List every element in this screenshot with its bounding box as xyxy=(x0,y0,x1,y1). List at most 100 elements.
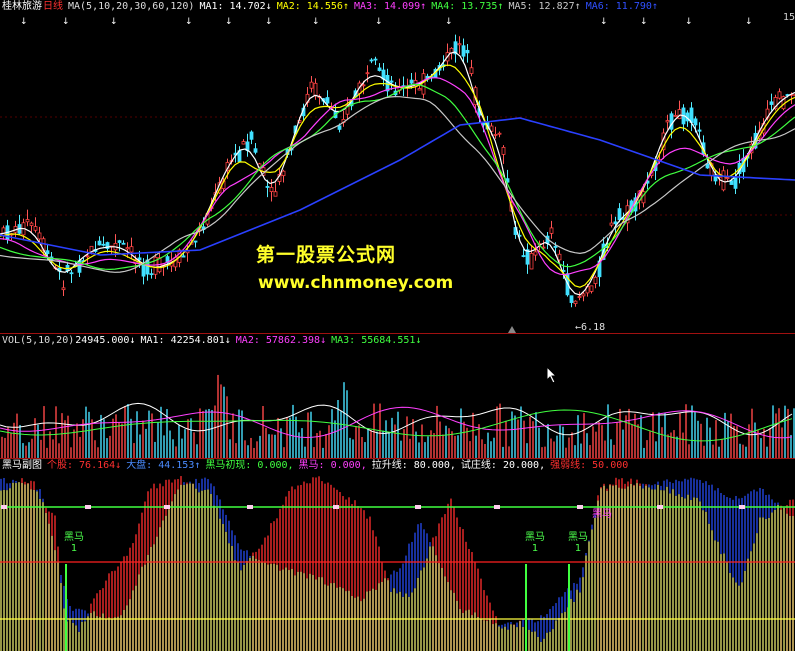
candle-body xyxy=(589,285,594,292)
level-marker xyxy=(657,505,663,509)
candle-body xyxy=(69,272,74,275)
candle-body xyxy=(669,113,674,130)
candle-body xyxy=(313,82,318,96)
level-marker xyxy=(333,505,339,509)
signal-arrow-icon: ↓ xyxy=(185,17,193,27)
candle-body xyxy=(577,296,582,298)
candle-body xyxy=(521,255,526,257)
candle-body xyxy=(417,88,422,91)
candle-body xyxy=(725,177,730,180)
price-panel[interactable]: ↓ ↓ ↓ ↓ ↓ ↓ ↓ ↓ ↓ ↓ ↓ ↓ ↓ 桂林旅游日线 MA(5,10,20,30,60,120… xyxy=(0,0,795,333)
level-marker xyxy=(494,505,500,509)
marker-icon xyxy=(508,326,516,333)
ma6-value: MA6: 11.790↑ xyxy=(585,1,658,12)
candle-body xyxy=(361,84,366,87)
dark-horse-marker: 黑马 xyxy=(592,509,612,520)
candle-body xyxy=(125,247,130,250)
candle-body xyxy=(777,91,782,99)
candle-body xyxy=(141,264,146,277)
candle-body xyxy=(129,246,134,253)
ind-item-strength: 强弱线: 50.000 xyxy=(550,460,629,471)
signal-arrow-icon: ↓ xyxy=(685,17,693,27)
candle-body xyxy=(461,45,466,57)
candle-body xyxy=(273,191,278,197)
ma1-line xyxy=(0,51,795,296)
candle-body xyxy=(733,176,738,189)
ma2-value: MA2: 14.556↑ xyxy=(276,1,349,12)
candle-body xyxy=(693,118,698,126)
candle-body xyxy=(501,146,506,155)
candle-body xyxy=(181,255,186,258)
indicator-header: 黑马副图 个股: 76.164↓ 大盘: 44.153↑ 黑马初现: 0.000, 黑马… xyxy=(2,459,633,472)
ind-item-test: 试庄线: 20.000, xyxy=(460,460,546,471)
candle-body xyxy=(45,250,50,255)
ma-param: MA(5,10,20,30,60,120) xyxy=(68,1,195,12)
candle-body xyxy=(469,67,474,74)
candle-body xyxy=(617,208,622,221)
candle-body xyxy=(369,59,374,62)
candle-body xyxy=(769,101,774,105)
indicator-chart[interactable] xyxy=(0,459,795,651)
candle-body xyxy=(525,249,530,265)
level-marker xyxy=(247,505,253,509)
ma3-value: MA3: 14.099↑ xyxy=(353,1,427,12)
candle-body xyxy=(241,141,246,145)
candle-body xyxy=(593,276,598,284)
ind-item-market: 大盘: 44.153↑ xyxy=(126,460,201,471)
candle-body xyxy=(677,109,682,120)
candle-body xyxy=(33,226,38,231)
signal-arrow-icon: ↓ xyxy=(375,17,383,27)
candle-body xyxy=(569,295,574,303)
watermark-cn: 第一股票公式网 xyxy=(256,244,397,266)
right-price-label: 15 xyxy=(783,12,795,23)
candle-body xyxy=(533,251,538,256)
candle-body xyxy=(265,186,270,188)
candle-body xyxy=(409,79,414,84)
volume-panel[interactable]: VOL(5,10,20)24945.000↓ MA1: 42254.801↓ MA2… xyxy=(0,334,795,458)
candle-body xyxy=(37,232,42,240)
signal-arrow-icon: ↓ xyxy=(62,17,70,27)
candle-body xyxy=(377,67,382,71)
indicator-name: 黑马副图 xyxy=(2,460,42,471)
candle-body xyxy=(149,273,154,276)
level-marker xyxy=(164,505,170,509)
candle-body xyxy=(281,170,286,177)
candle-body xyxy=(61,287,66,291)
candle-body xyxy=(373,58,378,61)
period-label[interactable]: 日线 xyxy=(43,1,63,12)
candle-body xyxy=(385,74,390,92)
candle-body xyxy=(529,253,534,270)
candle-body xyxy=(493,134,498,136)
level-marker xyxy=(85,505,91,509)
signal-arrow-icon: ↓ xyxy=(600,17,608,27)
candle-body xyxy=(85,255,90,258)
candle-body xyxy=(673,114,678,117)
candle-body xyxy=(573,300,578,304)
ma5-value: MA5: 12.827↑ xyxy=(508,1,581,12)
ma4-value: MA4: 13.735↑ xyxy=(431,1,504,12)
indicator-panel[interactable]: 黑马副图 个股: 76.164↓ 大盘: 44.153↑ 黑马初现: 0.000, 黑马… xyxy=(0,459,795,651)
candle-body xyxy=(101,243,106,246)
ind-item-dark-horse: 黑马: 0.000, xyxy=(298,460,367,471)
candle-body xyxy=(553,245,558,248)
stock-name[interactable]: 桂林旅游 xyxy=(2,1,42,12)
candle-body xyxy=(581,293,586,297)
level-marker xyxy=(415,505,421,509)
vol-ma2: MA2: 57862.398↓ xyxy=(235,335,327,346)
candle-body xyxy=(613,221,618,225)
volume-chart[interactable] xyxy=(0,334,795,458)
candle-body xyxy=(549,227,554,234)
ma1-value: MA1: 14.702↓ xyxy=(199,1,272,12)
volume-header: VOL(5,10,20)24945.000↓ MA1: 42254.801↓ MA2… xyxy=(2,334,426,347)
candle-body xyxy=(193,240,198,243)
candle-body xyxy=(97,240,102,246)
candle-body xyxy=(497,132,502,135)
candle-body xyxy=(465,49,470,54)
candle-body xyxy=(29,222,34,226)
candle-body xyxy=(253,148,258,153)
candle-body xyxy=(365,72,370,75)
ind-item-dark-horse-start: 黑马初现: 0.000, xyxy=(205,460,294,471)
candle-body xyxy=(145,259,150,275)
candle-body xyxy=(249,131,254,140)
signal-arrow-icon: ↓ xyxy=(745,17,753,27)
